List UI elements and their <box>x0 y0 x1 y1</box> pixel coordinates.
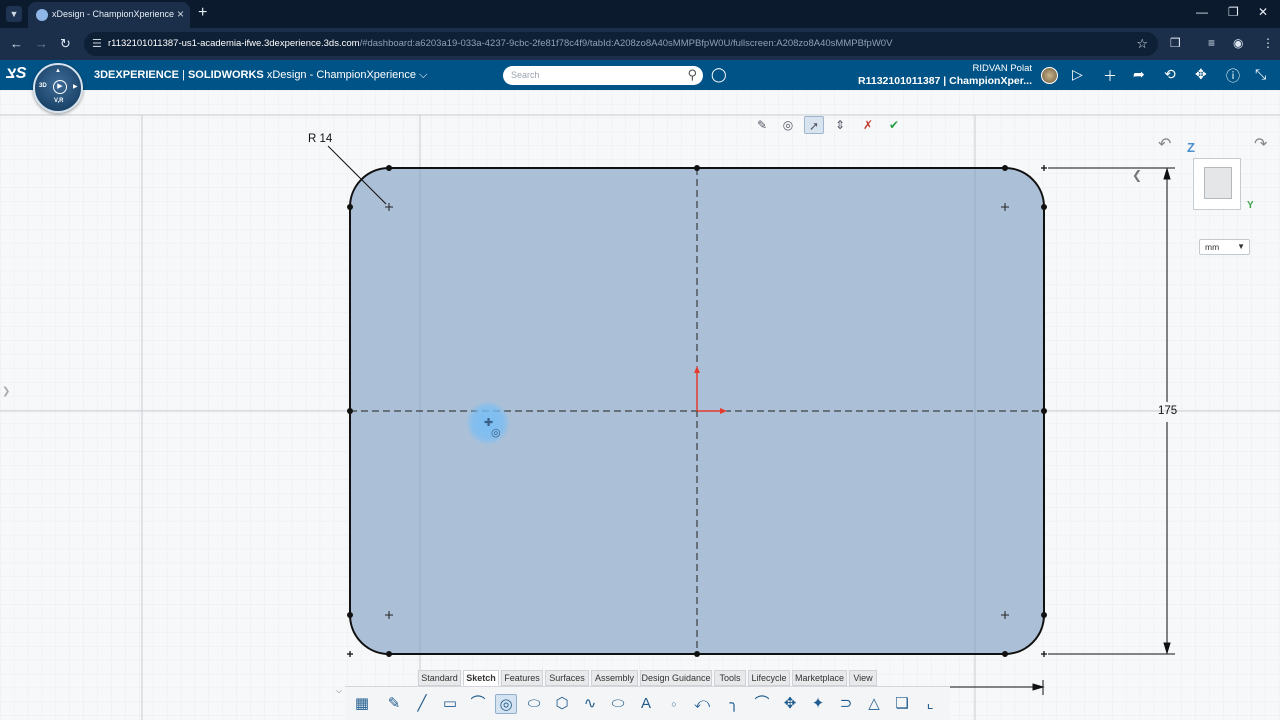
text-icon[interactable]: A <box>635 694 657 714</box>
spline-icon[interactable]: ∿ <box>579 694 601 714</box>
view-cube-front-face[interactable] <box>1204 167 1232 199</box>
action-bar-tools: ▦ ✎ ╱ ▭ ⌒ ◎ ⬭ ⬡ ∿ ⬭ A ○ ⤺ ╮ ⌒ ✥ ✦ ⊃ △ ❏ … <box>345 686 950 720</box>
tab-sketch[interactable]: Sketch <box>463 670 499 686</box>
minimize-icon[interactable]: — <box>1196 5 1208 19</box>
sketch-grid-icon[interactable]: ▦ <box>351 694 373 714</box>
tab-design-guidance[interactable]: Design Guidance <box>640 670 712 686</box>
search-icon[interactable]: ⚲ <box>687 67 697 83</box>
3d-box-icon[interactable]: ❏ <box>891 694 913 714</box>
reload-icon[interactable]: ↻ <box>60 36 71 52</box>
app-menu-chevron-icon[interactable]: ⌵ <box>419 69 427 81</box>
tools-icon[interactable]: ✥ <box>1195 66 1207 83</box>
tab-title: xDesign - ChampionXperience <box>52 9 175 19</box>
trim-icon[interactable]: ⤺ <box>691 694 713 714</box>
cursor-circle-tool-icon: ◎ <box>491 427 501 439</box>
view-back-chevron-icon[interactable]: ❮ <box>1132 168 1142 182</box>
compass-top-label: ▲ <box>55 68 61 74</box>
tab-standard[interactable]: Standard <box>418 670 461 686</box>
rotate-right-icon[interactable]: ↷ <box>1254 134 1267 154</box>
compass-icon[interactable]: ▲ 3D ▶ ▶ V,R <box>33 63 83 113</box>
arc-icon[interactable]: ⌒ <box>467 694 489 714</box>
url-text: r1132101011387-us1-academia-ifwe.3dexper… <box>108 38 893 49</box>
compass-play-icon[interactable]: ▶ <box>53 80 67 94</box>
constraint-icon[interactable]: △ <box>863 694 885 714</box>
tab-close-icon[interactable]: × <box>177 7 184 21</box>
browser-tab[interactable]: xDesign - ChampionXperience × <box>28 2 190 28</box>
fullscreen-icon[interactable]: ⤡ <box>1255 66 1266 83</box>
tab-view[interactable]: View <box>849 670 877 686</box>
action-bar-collapse-icon[interactable]: ⌵ <box>333 686 345 698</box>
compass-3d-label: 3D <box>39 83 47 89</box>
tag-icon[interactable]: ◯ <box>711 66 727 83</box>
line-icon[interactable]: ╱ <box>411 694 433 714</box>
sketch-tool-icon[interactable]: ✎ <box>383 694 405 714</box>
close-window-icon[interactable]: ✕ <box>1258 5 1268 19</box>
radius-dimension-label[interactable]: R 14 <box>308 133 332 145</box>
fillet-icon[interactable]: ╮ <box>723 694 745 714</box>
reading-list-icon[interactable]: ≡ <box>1208 36 1215 50</box>
browser-tab-strip: ▼ xDesign - ChampionXperience × + — ❐ ✕ <box>0 0 1280 28</box>
help-icon[interactable]: ⓘ <box>1226 66 1240 86</box>
cancel-sketch-icon[interactable]: ✗ <box>858 116 878 134</box>
browser-menu-icon[interactable]: ⋮ <box>1262 36 1274 50</box>
axis-z-label: Z <box>1187 140 1195 155</box>
tab-features[interactable]: Features <box>501 670 543 686</box>
new-tab-icon[interactable]: + <box>198 4 207 22</box>
sketch-snap-icon[interactable]: ➚ <box>804 116 824 134</box>
sketch-exit-icon[interactable]: ⌞ <box>919 694 941 714</box>
avatar[interactable] <box>1041 67 1058 84</box>
compass-right-label: ▶ <box>73 84 78 90</box>
circle-icon[interactable]: ◎ <box>495 694 517 714</box>
ellipse-icon[interactable]: ⬭ <box>523 694 545 714</box>
unit-dropdown-icon[interactable]: ▼ <box>1237 242 1245 251</box>
axis-y-label: Y <box>1247 200 1254 211</box>
left-panel-expand-icon[interactable]: ❯ <box>2 386 10 397</box>
sketch-dimension-icon[interactable]: ⇕ <box>830 116 850 134</box>
user-org[interactable]: R1132101011387 | ChampionXper... <box>842 75 1032 87</box>
sketch-canvas[interactable]: R 14 175 ❯ ✚ ◎ ✎ ◎ ➚ ⇕ ✗ ✔ ↶ ↷ Z ❮ Y mm … <box>0 90 1280 720</box>
edit-sketch-icon[interactable]: ✎ <box>752 116 772 134</box>
site-info-icon[interactable]: ☰ <box>92 37 102 50</box>
tab-list-chevron-icon[interactable]: ▼ <box>6 6 22 22</box>
ds-logo-icon: צS <box>6 65 27 82</box>
extensions-icon[interactable]: ❒ <box>1170 36 1181 50</box>
search-input[interactable]: Search ⚲ <box>503 66 703 85</box>
tab-tools[interactable]: Tools <box>714 670 746 686</box>
bookmark-star-icon[interactable]: ☆ <box>1136 36 1148 52</box>
polygon-icon[interactable]: ⬡ <box>551 694 573 714</box>
height-dimension-label[interactable]: 175 <box>1158 405 1177 417</box>
forward-icon[interactable]: → <box>35 36 48 51</box>
tab-marketplace[interactable]: Marketplace <box>792 670 847 686</box>
share-play-icon[interactable]: ▷ <box>1072 66 1083 83</box>
pattern-icon[interactable]: ✦ <box>807 694 829 714</box>
compass-vr-label: V,R <box>54 98 64 104</box>
sketch-svg <box>0 90 1280 720</box>
maximize-icon[interactable]: ❐ <box>1228 5 1239 19</box>
tab-assembly[interactable]: Assembly <box>591 670 638 686</box>
browser-toolbar: ← → ↻ ☰ r1132101011387-us1-academia-ifwe… <box>0 28 1280 60</box>
sketch-circle-icon[interactable]: ◎ <box>778 116 798 134</box>
user-name[interactable]: RIDVAN Polat <box>940 63 1032 74</box>
tab-lifecycle[interactable]: Lifecycle <box>748 670 790 686</box>
convert-icon[interactable]: ⊃ <box>835 694 857 714</box>
app-title[interactable]: 3DEXPERIENCE | SOLIDWORKS xDesign - Cham… <box>94 69 427 82</box>
address-bar[interactable]: ☰ r1132101011387-us1-academia-ifwe.3dexp… <box>84 32 1158 56</box>
accept-sketch-icon[interactable]: ✔ <box>884 116 904 134</box>
profile-icon[interactable]: ◉ <box>1233 36 1243 50</box>
tab-favicon-icon <box>36 9 48 21</box>
offset-icon[interactable]: ⌒ <box>751 694 773 714</box>
add-icon[interactable]: ＋ <box>1103 66 1117 86</box>
view-cube[interactable] <box>1193 158 1241 210</box>
app-header: צS 3DEXPERIENCE | SOLIDWORKS xDesign - C… <box>0 60 1280 90</box>
point-icon[interactable]: ○ <box>663 694 685 714</box>
forward-share-icon[interactable]: ➦ <box>1133 66 1145 83</box>
slot-icon[interactable]: ⬭ <box>607 694 629 714</box>
back-icon[interactable]: ← <box>10 36 23 51</box>
share-icon[interactable]: ⟲ <box>1164 66 1176 83</box>
mirror-icon[interactable]: ✥ <box>779 694 801 714</box>
rectangle-icon[interactable]: ▭ <box>439 694 461 714</box>
tab-surfaces[interactable]: Surfaces <box>545 670 589 686</box>
rotate-left-icon[interactable]: ↶ <box>1158 134 1171 154</box>
unit-select[interactable]: mm ▼ <box>1199 239 1250 255</box>
